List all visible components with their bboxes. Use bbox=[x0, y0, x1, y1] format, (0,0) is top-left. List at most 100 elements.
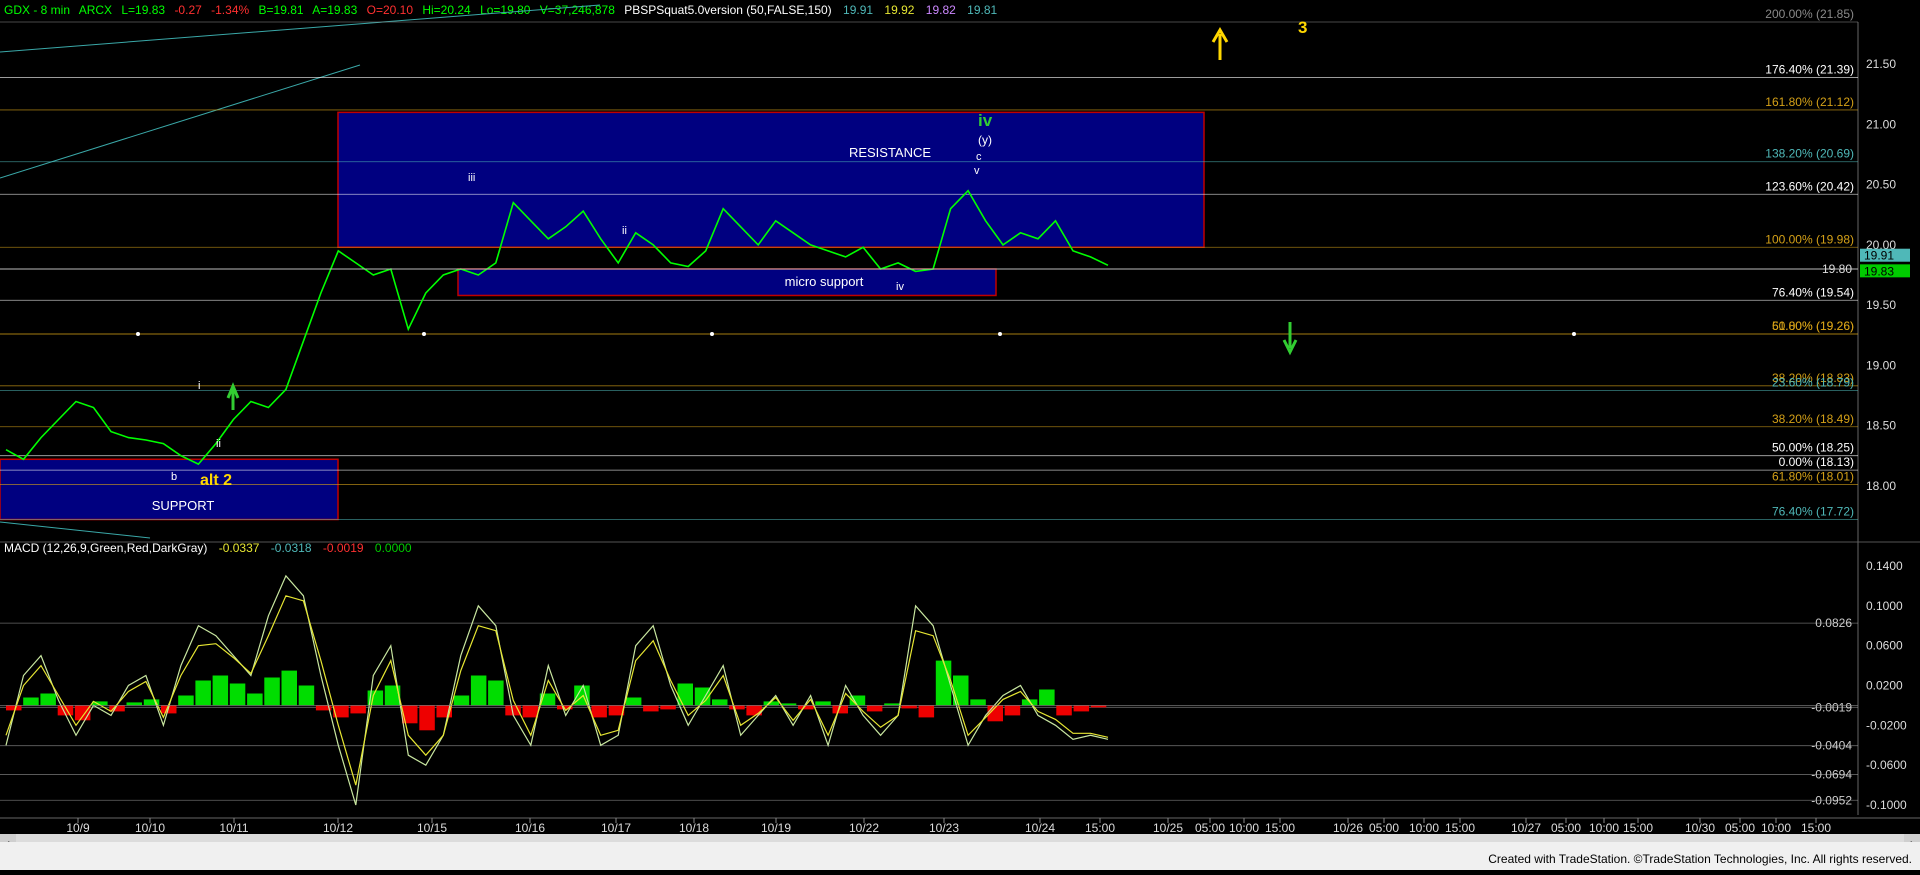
fib-label: 76.40% (17.72) bbox=[1772, 505, 1854, 519]
x-tick-label: 10/19 bbox=[761, 821, 791, 835]
histogram-bar bbox=[212, 675, 229, 706]
wave-label: i bbox=[198, 380, 200, 392]
x-tick-label: 10/22 bbox=[849, 821, 879, 835]
fib-label: 161.80% (21.12) bbox=[1765, 95, 1854, 109]
fib-label: 23.60% (18.79) bbox=[1772, 376, 1854, 390]
wave-label: ii bbox=[216, 438, 221, 450]
macd-y-tick-label: 0.1000 bbox=[1866, 599, 1903, 613]
ask-value: A=19.83 bbox=[312, 3, 357, 17]
histogram-bar bbox=[522, 705, 539, 718]
macd-y-tick-label: 0.0200 bbox=[1866, 679, 1903, 693]
histogram-bar bbox=[866, 705, 883, 712]
wave-label: iv bbox=[978, 111, 993, 130]
histogram-bar bbox=[40, 693, 56, 706]
wave-label: iii bbox=[468, 172, 475, 184]
histogram-bar bbox=[1073, 705, 1090, 712]
change-value: -0.27 bbox=[174, 3, 202, 17]
macd-value-2: -0.0318 bbox=[271, 541, 312, 555]
macd-y-tick-label: -0.1000 bbox=[1866, 798, 1907, 812]
y-tick-label: 21.00 bbox=[1866, 117, 1896, 131]
histogram-bar bbox=[625, 697, 642, 706]
x-tick-label: 15:00 bbox=[1623, 821, 1653, 835]
histogram-bar bbox=[281, 670, 297, 706]
fib-label: 200.00% (21.85) bbox=[1765, 7, 1854, 21]
y-tick-label: 19.50 bbox=[1866, 298, 1896, 312]
y-tick-label: 21.50 bbox=[1866, 57, 1896, 71]
y-tick-label: 20.50 bbox=[1866, 178, 1896, 192]
indicator-value-3: 19.82 bbox=[926, 3, 956, 17]
indicator-label: PBSPSquat5.0version (50,FALSE,150) bbox=[624, 3, 831, 17]
histogram-bar bbox=[298, 685, 315, 706]
wave-label: c bbox=[976, 151, 982, 163]
fib-label: 100.00% (19.98) bbox=[1765, 232, 1854, 246]
x-tick-label: 10:00 bbox=[1589, 821, 1619, 835]
x-tick-label: 05:00 bbox=[1369, 821, 1399, 835]
x-tick-label: 10:00 bbox=[1761, 821, 1791, 835]
x-tick-label: 10/26 bbox=[1333, 821, 1363, 835]
level-marker bbox=[1572, 332, 1576, 337]
x-tick-label: 10/11 bbox=[219, 821, 248, 835]
histogram-bar bbox=[901, 705, 917, 709]
macd-level-label: -0.0404 bbox=[1811, 739, 1852, 753]
x-tick-label: 10/15 bbox=[417, 821, 447, 835]
macd-y-tick-label: -0.0200 bbox=[1866, 718, 1907, 732]
wave-label: alt 2 bbox=[200, 472, 232, 489]
histogram-bar bbox=[780, 703, 797, 706]
y-tick-label: 18.50 bbox=[1866, 419, 1896, 433]
price-tag-label: 19.83 bbox=[1864, 264, 1894, 278]
price-header: GDX - 8 min ARCX L=19.83 -0.27 -1.34% B=… bbox=[4, 3, 998, 17]
bid-value: B=19.81 bbox=[259, 3, 304, 17]
histogram-bar bbox=[677, 683, 693, 706]
fib-label: 138.20% (20.69) bbox=[1765, 147, 1854, 161]
chart-canvas: GDX - 8 min ARCX L=19.83 -0.27 -1.34% B=… bbox=[0, 0, 1920, 870]
fib-label: 61.80% (18.01) bbox=[1772, 470, 1854, 484]
macd-value-4: 0.0000 bbox=[375, 541, 412, 555]
fib-label: 0.00% (18.13) bbox=[1779, 455, 1854, 469]
x-tick-label: 15:00 bbox=[1801, 821, 1831, 835]
zone-label: RESISTANCE bbox=[849, 145, 931, 160]
level-marker bbox=[136, 332, 140, 337]
fib-label: 38.20% (18.49) bbox=[1772, 412, 1854, 426]
histogram-bar bbox=[918, 705, 935, 718]
wave-label: b bbox=[171, 471, 177, 483]
wave-label: v bbox=[974, 165, 980, 177]
macd-y-tick-label: 0.0600 bbox=[1866, 639, 1903, 653]
chart-root: GDX - 8 min ARCX L=19.83 -0.27 -1.34% B=… bbox=[0, 0, 1920, 870]
last-price: L=19.83 bbox=[121, 3, 165, 17]
footer-credit: Created with TradeStation. ©TradeStation… bbox=[1488, 852, 1912, 866]
histogram-bar bbox=[195, 680, 211, 706]
histogram-bar bbox=[23, 697, 39, 706]
histogram-bar bbox=[935, 660, 952, 706]
wave-label: (y) bbox=[978, 133, 992, 147]
x-tick-label: 15:00 bbox=[1265, 821, 1295, 835]
volume-value: V=37,246,878 bbox=[540, 3, 615, 17]
level-marker bbox=[998, 332, 1002, 337]
histogram-bar bbox=[1056, 705, 1072, 716]
svg-text:MACD (12,26,9,Green,Red,DarkGr: MACD (12,26,9,Green,Red,DarkGray) -0.033… bbox=[4, 541, 412, 555]
y-tick-label: 19.00 bbox=[1866, 358, 1896, 372]
indicator-value-1: 19.91 bbox=[843, 3, 873, 17]
x-tick-label: 15:00 bbox=[1445, 821, 1475, 835]
wave-label: ii bbox=[622, 225, 627, 237]
x-tick-label: 10:00 bbox=[1229, 821, 1259, 835]
svg-text:GDX - 8 min ARCX: GDX - 8 min ARCX L=19.83 -0.27 -1.34% B=… bbox=[4, 3, 998, 17]
x-tick-label: 10/17 bbox=[601, 821, 631, 835]
x-tick-label: 10/12 bbox=[323, 821, 353, 835]
wave-label: 3 bbox=[1298, 18, 1307, 37]
x-tick-label: 10/16 bbox=[515, 821, 545, 835]
histogram-bar bbox=[350, 705, 366, 714]
histogram-bar bbox=[729, 705, 745, 710]
x-tick-label: 05:00 bbox=[1725, 821, 1755, 835]
x-tick-label: 10:00 bbox=[1409, 821, 1439, 835]
macd-value-1: -0.0337 bbox=[219, 541, 260, 555]
x-tick-label: 10/30 bbox=[1685, 821, 1715, 835]
histogram-bar bbox=[1004, 705, 1021, 716]
x-tick-label: 05:00 bbox=[1195, 821, 1225, 835]
wave-label: iv bbox=[896, 281, 904, 293]
level-marker bbox=[710, 332, 714, 337]
zone-label: micro support bbox=[785, 274, 864, 289]
histogram-bar bbox=[247, 693, 263, 706]
high-value: Hi=20.24 bbox=[422, 3, 471, 17]
histogram-bar bbox=[970, 699, 986, 706]
low-value: Lo=19.80 bbox=[480, 3, 531, 17]
